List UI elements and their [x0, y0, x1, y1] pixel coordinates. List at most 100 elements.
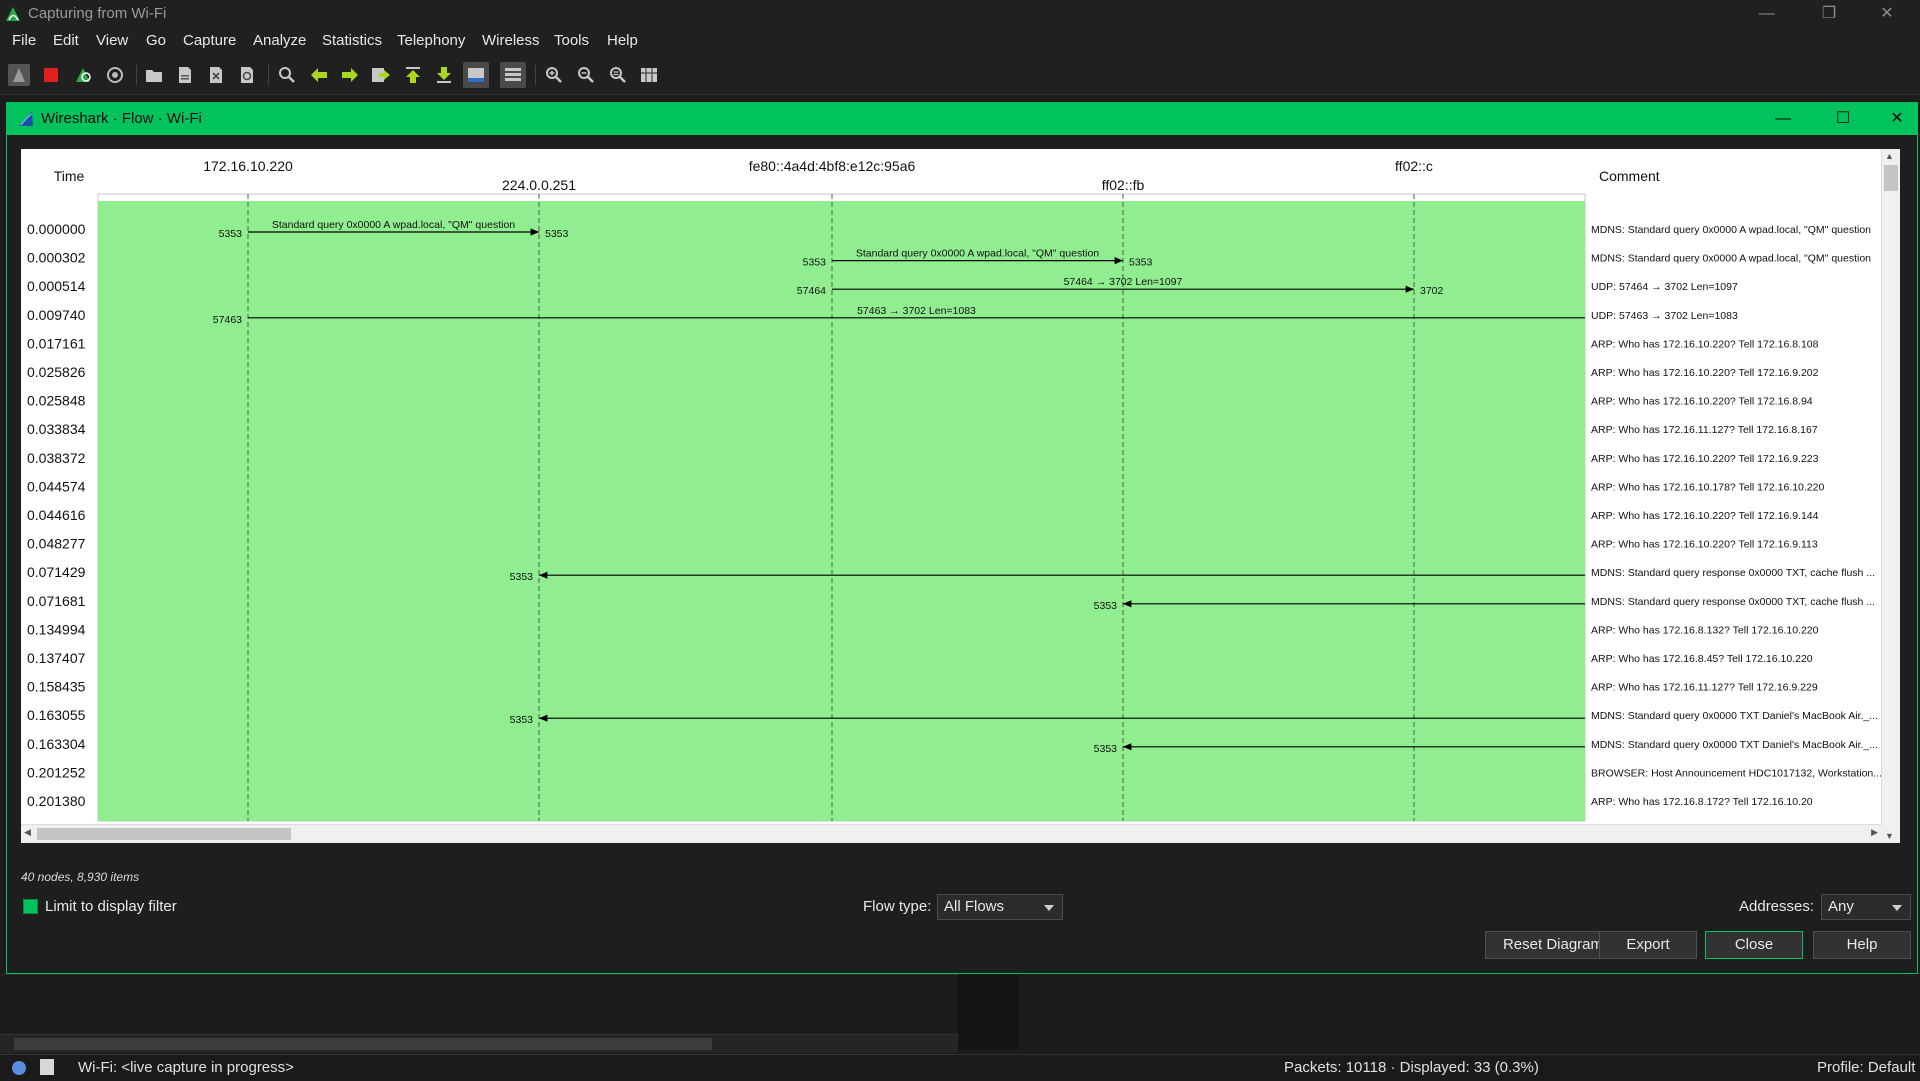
menu-view[interactable]: View	[96, 32, 128, 49]
zoom-out-icon[interactable]	[575, 64, 597, 86]
row-time[interactable]: 0.025848	[27, 393, 86, 409]
row-comment[interactable]: ARP: Who has 172.16.10.220? Tell 172.16.…	[1591, 396, 1813, 408]
go-to-packet-icon[interactable]	[370, 64, 392, 86]
capture-options-icon[interactable]	[104, 64, 126, 86]
find-packet-icon[interactable]	[276, 64, 298, 86]
row-time[interactable]: 0.201380	[27, 793, 86, 809]
bytes-scroll-thumb[interactable]	[14, 1038, 712, 1050]
flow-diagram[interactable]: Time Comment 172.16.10.220 224.0.0.251 fe80:…	[21, 149, 1900, 843]
diagram-horizontal-scrollbar[interactable]: ◀ ▶	[21, 824, 1882, 843]
row-comment[interactable]: MDNS: Standard query 0x0000 TXT Daniel's…	[1591, 739, 1878, 751]
row-comment[interactable]: ARP: Who has 172.16.10.178? Tell 172.16.…	[1591, 481, 1824, 493]
row-comment[interactable]: ARP: Who has 172.16.8.172? Tell 172.16.1…	[1591, 796, 1813, 808]
start-capture-icon[interactable]	[8, 64, 30, 86]
limit-filter-checkbox[interactable]	[23, 899, 38, 914]
row-time[interactable]: 0.048277	[27, 536, 86, 552]
row-comment[interactable]: ARP: Who has 172.16.10.220? Tell 172.16.…	[1591, 453, 1819, 465]
expert-info-icon[interactable]	[12, 1061, 26, 1075]
close-file-icon[interactable]	[205, 64, 227, 86]
close-window-button[interactable]: ✕	[1864, 2, 1910, 26]
resize-columns-icon[interactable]	[638, 64, 660, 86]
row-time[interactable]: 0.158435	[27, 679, 86, 695]
row-comment[interactable]: ARP: Who has 172.16.10.220? Tell 172.16.…	[1591, 510, 1819, 522]
menu-analyze[interactable]: Analyze	[253, 32, 306, 49]
row-time[interactable]: 0.017161	[27, 335, 86, 351]
export-button[interactable]: Export	[1599, 931, 1697, 959]
row-comment[interactable]: ARP: Who has 172.16.11.127? Tell 172.16.…	[1591, 682, 1818, 694]
row-time[interactable]: 0.163304	[27, 736, 86, 752]
profile-text[interactable]: Profile: Default	[1817, 1059, 1915, 1076]
restore-button[interactable]: ❐	[1806, 2, 1852, 26]
close-button[interactable]: Close	[1705, 931, 1803, 959]
dialog-close-button[interactable]: ✕	[1877, 107, 1917, 131]
menu-statistics[interactable]: Statistics	[322, 32, 382, 49]
menu-tools[interactable]: Tools	[554, 32, 589, 49]
vertical-scroll-thumb[interactable]	[1884, 165, 1898, 191]
menu-capture[interactable]: Capture	[183, 32, 236, 49]
row-time[interactable]: 0.000514	[27, 278, 86, 294]
row-time[interactable]: 0.071429	[27, 564, 86, 580]
row-time[interactable]: 0.033834	[27, 421, 86, 437]
menu-wireless[interactable]: Wireless	[482, 32, 540, 49]
row-time[interactable]: 0.044574	[27, 478, 86, 494]
save-file-icon[interactable]	[174, 64, 196, 86]
flow-type-select[interactable]: All Flows	[937, 894, 1063, 920]
row-time[interactable]: 0.000000	[27, 221, 86, 237]
scroll-right-icon[interactable]: ▶	[1871, 827, 1878, 838]
dialog-maximize-button[interactable]: ☐	[1823, 107, 1863, 131]
go-back-icon[interactable]	[308, 64, 330, 86]
row-comment[interactable]: MDNS: Standard query 0x0000 A wpad.local…	[1591, 253, 1871, 265]
row-comment[interactable]: MDNS: Standard query response 0x0000 TXT…	[1591, 596, 1875, 608]
row-time[interactable]: 0.201252	[27, 764, 86, 780]
reload-file-icon[interactable]	[236, 64, 258, 86]
flow-graph[interactable]: Time Comment 172.16.10.220 224.0.0.251 fe80:…	[21, 149, 1882, 825]
row-time[interactable]: 0.071681	[27, 593, 86, 609]
menu-help[interactable]: Help	[607, 32, 638, 49]
row-time[interactable]: 0.044616	[27, 507, 86, 523]
row-time[interactable]: 0.137407	[27, 650, 86, 666]
scroll-left-icon[interactable]: ◀	[24, 827, 31, 838]
dialog-minimize-button[interactable]: —	[1763, 107, 1803, 131]
autoscroll-icon[interactable]	[463, 62, 489, 88]
colorize-icon[interactable]	[500, 62, 526, 88]
row-comment[interactable]: UDP: 57464 → 3702 Len=1097	[1591, 281, 1738, 293]
row-comment[interactable]: ARP: Who has 172.16.10.220? Tell 172.16.…	[1591, 539, 1818, 551]
row-comment[interactable]: ARP: Who has 172.16.8.45? Tell 172.16.10…	[1591, 653, 1813, 665]
row-time[interactable]: 0.000302	[27, 250, 86, 266]
normal-size-icon[interactable]	[607, 64, 629, 86]
go-first-icon[interactable]	[402, 64, 424, 86]
menu-go[interactable]: Go	[146, 32, 166, 49]
row-comment[interactable]: ARP: Who has 172.16.8.132? Tell 172.16.1…	[1591, 624, 1819, 636]
row-comment[interactable]: BROWSER: Host Announcement HDC1017132, W…	[1591, 767, 1882, 779]
go-forward-icon[interactable]	[339, 64, 361, 86]
row-time[interactable]: 0.134994	[27, 621, 86, 637]
scroll-down-icon[interactable]: ▼	[1885, 831, 1894, 841]
minimize-button[interactable]: —	[1744, 2, 1790, 26]
scroll-up-icon[interactable]: ▲	[1885, 151, 1894, 161]
restart-capture-icon[interactable]	[72, 64, 94, 86]
menu-edit[interactable]: Edit	[53, 32, 79, 49]
row-comment[interactable]: MDNS: Standard query 0x0000 TXT Daniel's…	[1591, 710, 1878, 722]
diagram-vertical-scrollbar[interactable]: ▲ ▼	[1881, 149, 1900, 843]
horizontal-scroll-thumb[interactable]	[37, 828, 291, 840]
addresses-select[interactable]: Any	[1821, 894, 1911, 920]
row-time[interactable]: 0.163055	[27, 707, 86, 723]
row-comment[interactable]: MDNS: Standard query response 0x0000 TXT…	[1591, 567, 1875, 579]
menu-file[interactable]: File	[12, 32, 36, 49]
row-time[interactable]: 0.025826	[27, 364, 86, 380]
row-comment[interactable]: MDNS: Standard query 0x0000 A wpad.local…	[1591, 224, 1871, 236]
row-comment[interactable]: UDP: 57463 → 3702 Len=1083	[1591, 310, 1738, 322]
row-comment[interactable]: ARP: Who has 172.16.10.220? Tell 172.16.…	[1591, 367, 1819, 379]
open-file-icon[interactable]	[143, 64, 165, 86]
row-time[interactable]: 0.009740	[27, 307, 86, 323]
help-button[interactable]: Help	[1813, 931, 1911, 959]
menu-telephony[interactable]: Telephony	[397, 32, 465, 49]
row-comment[interactable]: ARP: Who has 172.16.11.127? Tell 172.16.…	[1591, 424, 1818, 436]
row-time[interactable]: 0.038372	[27, 450, 86, 466]
capture-comment-icon[interactable]	[40, 1059, 54, 1075]
go-last-icon[interactable]	[433, 64, 455, 86]
row-comment[interactable]: ARP: Who has 172.16.10.220? Tell 172.16.…	[1591, 338, 1819, 350]
stop-capture-icon[interactable]	[40, 64, 62, 86]
zoom-in-icon[interactable]	[543, 64, 565, 86]
bytes-horizontal-scrollbar[interactable]	[0, 1034, 958, 1053]
